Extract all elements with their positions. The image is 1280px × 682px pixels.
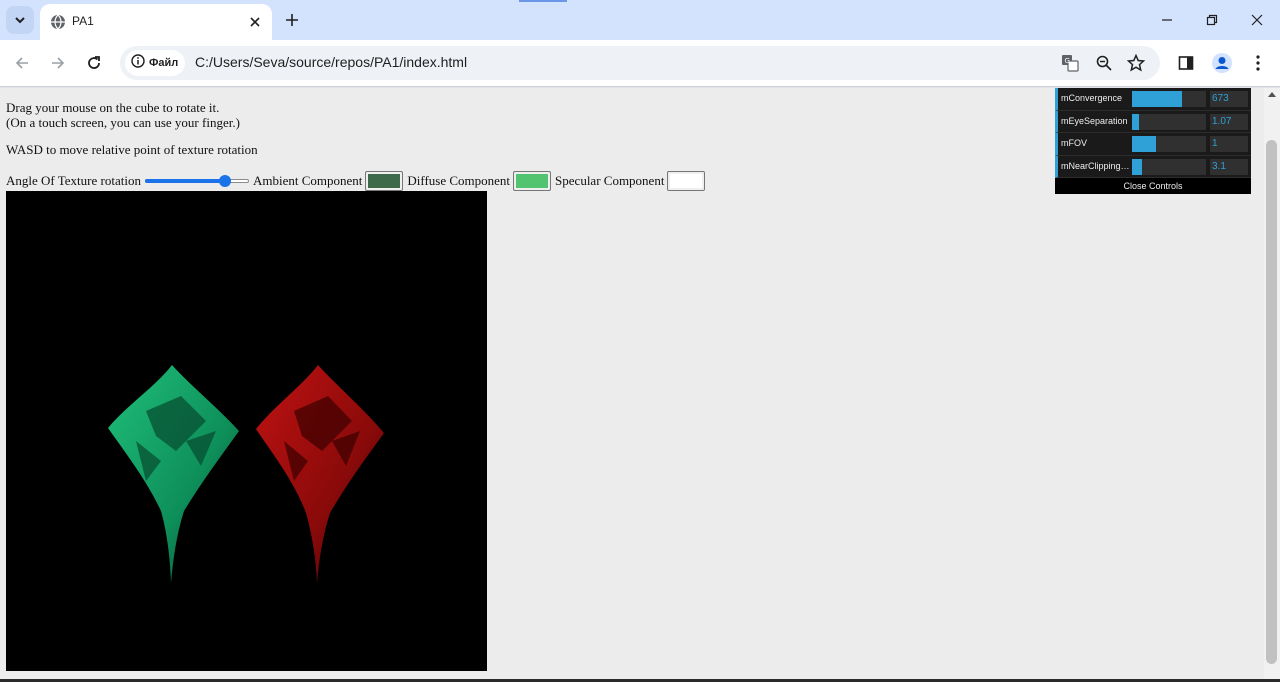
gui-value-input[interactable]: 1 (1210, 136, 1248, 152)
gui-value-input[interactable]: 1.07 (1210, 113, 1248, 130)
instruction-rotate: Drag your mouse on the cube to rotate it… (6, 100, 220, 115)
side-panel-icon[interactable] (1174, 51, 1198, 75)
gui-controls-panel: mConvergence 673 mEyeSeparation 1.07 mFO… (1055, 88, 1251, 194)
plus-icon[interactable] (280, 8, 304, 32)
specular-color-picker[interactable] (667, 171, 706, 191)
tab-strip-indicator (519, 0, 567, 2)
red-surface (256, 365, 384, 583)
diffuse-color-swatch (516, 174, 549, 188)
gui-slider-eye-separation[interactable] (1132, 113, 1206, 130)
bookmark-star-icon[interactable] (1126, 53, 1146, 73)
gui-slider-fov[interactable] (1132, 136, 1206, 152)
close-icon[interactable] (246, 13, 264, 31)
svg-text:G: G (1065, 57, 1070, 65)
gui-label: mConvergence (1061, 93, 1123, 103)
ambient-label: Ambient Component (252, 173, 363, 188)
instruction-touch: (On a touch screen, you can use your fin… (6, 115, 240, 130)
instruction-wasd: WASD to move relative point of texture r… (6, 142, 258, 157)
minimize-icon[interactable] (1152, 6, 1182, 34)
page-viewport: Drag your mouse on the cube to rotate it… (0, 88, 1264, 682)
address-bar[interactable]: Файл C:/Users/Seva/source/repos/PA1/inde… (120, 46, 1160, 80)
scrollbar-thumb[interactable] (1266, 140, 1277, 664)
vertical-scrollbar[interactable] (1264, 88, 1280, 682)
site-chip-label: Файл (149, 57, 179, 69)
profile-icon[interactable] (1210, 51, 1234, 75)
browser-toolbar: Файл C:/Users/Seva/source/repos/PA1/inde… (0, 40, 1280, 87)
forward-arrow-icon[interactable] (46, 51, 70, 75)
angle-slider[interactable] (144, 174, 249, 188)
url-text[interactable]: C:/Users/Seva/source/repos/PA1/index.htm… (195, 54, 467, 70)
menu-dots-icon[interactable] (1246, 51, 1270, 75)
reload-icon[interactable] (82, 51, 106, 75)
tab-strip: PA1 (0, 0, 1280, 40)
gui-slider-fill (1132, 91, 1182, 107)
angle-slider-thumb[interactable] (218, 175, 231, 187)
gui-value-input[interactable]: 3.1 (1210, 158, 1248, 175)
site-info-chip[interactable]: Файл (125, 50, 185, 76)
canvas-render (108, 365, 384, 583)
gui-row-near-clipping: mNearClippingD... 3.1 (1055, 155, 1251, 178)
diffuse-label: Diffuse Component (407, 173, 511, 188)
diffuse-color-picker[interactable] (513, 171, 552, 191)
zoom-icon[interactable] (1094, 53, 1114, 73)
angle-slider-fill (144, 179, 225, 183)
scroll-up-arrow-icon[interactable] (1268, 92, 1276, 97)
angle-label: Angle Of Texture rotation (6, 173, 141, 188)
tab-title: PA1 (72, 14, 94, 28)
gui-row-convergence: mConvergence 673 (1055, 88, 1251, 111)
webgl-canvas[interactable] (6, 191, 487, 671)
ambient-color-swatch (368, 174, 401, 188)
globe-icon (50, 14, 66, 30)
specular-color-swatch (670, 174, 703, 188)
specular-label: Specular Component (555, 173, 665, 188)
ambient-color-picker[interactable] (365, 171, 404, 191)
info-icon (131, 53, 145, 73)
window-close-icon[interactable] (1242, 6, 1272, 34)
gui-slider-near-clipping[interactable] (1132, 158, 1206, 175)
translate-icon[interactable]: G (1060, 53, 1080, 73)
back-arrow-icon[interactable] (10, 51, 34, 75)
gui-row-fov: mFOV 1 (1055, 133, 1251, 156)
restore-icon[interactable] (1197, 6, 1227, 34)
close-controls-button[interactable]: Close Controls (1055, 178, 1251, 194)
gui-label: mFOV (1061, 138, 1087, 148)
active-tab[interactable]: PA1 (40, 4, 272, 40)
green-surface (108, 365, 239, 583)
gui-value-input[interactable]: 673 (1210, 91, 1248, 107)
tab-search-icon[interactable] (6, 6, 34, 34)
gui-label: mNearClippingD... (1061, 160, 1131, 171)
gui-label: mEyeSeparation (1061, 115, 1128, 126)
gui-slider-fill (1132, 136, 1157, 152)
gui-slider-fill (1132, 113, 1140, 130)
gui-slider-fill (1132, 158, 1143, 175)
gui-row-eye-separation: mEyeSeparation 1.07 (1055, 110, 1251, 133)
controls-row: Angle Of Texture rotation Ambient Compon… (6, 170, 709, 192)
gui-slider-convergence[interactable] (1132, 91, 1206, 107)
